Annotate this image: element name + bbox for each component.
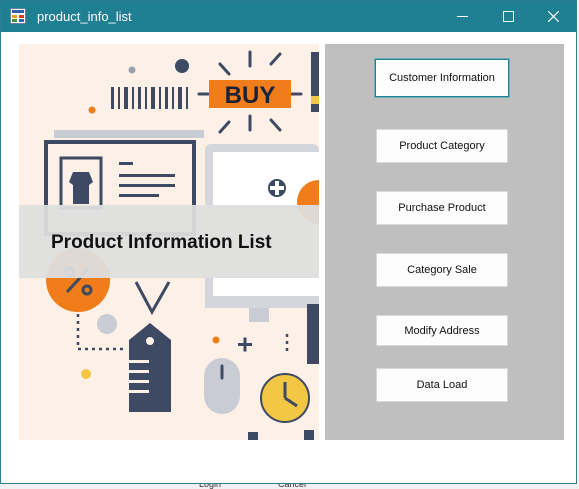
category-sale-button[interactable]: Category Sale [376,253,508,287]
maximize-button[interactable] [485,1,531,32]
buy-label: BUY [225,82,276,109]
close-icon [548,11,559,22]
data-load-button[interactable]: Data Load [376,368,508,402]
title-bar[interactable]: product_info_list [1,1,576,32]
illustration-panel: BUY Product Information List [19,44,319,440]
title-banner: Product Information List [19,205,319,278]
app-form-icon [10,8,26,24]
product-category-button[interactable]: Product Category [376,129,508,163]
menu-panel: Customer Information Product Category Pu… [325,44,564,440]
minimize-button[interactable] [439,1,485,32]
maximize-icon [503,11,514,22]
close-button[interactable] [530,1,576,32]
modify-address-button[interactable]: Modify Address [376,315,508,346]
window-title: product_info_list [37,9,132,24]
purchase-product-button[interactable]: Purchase Product [376,191,508,225]
banner-title: Product Information List [51,232,272,253]
customer-information-button[interactable]: Customer Information [375,59,509,97]
main-window: product_info_list BUY Product Informatio… [0,0,577,484]
minimize-icon [457,16,468,17]
